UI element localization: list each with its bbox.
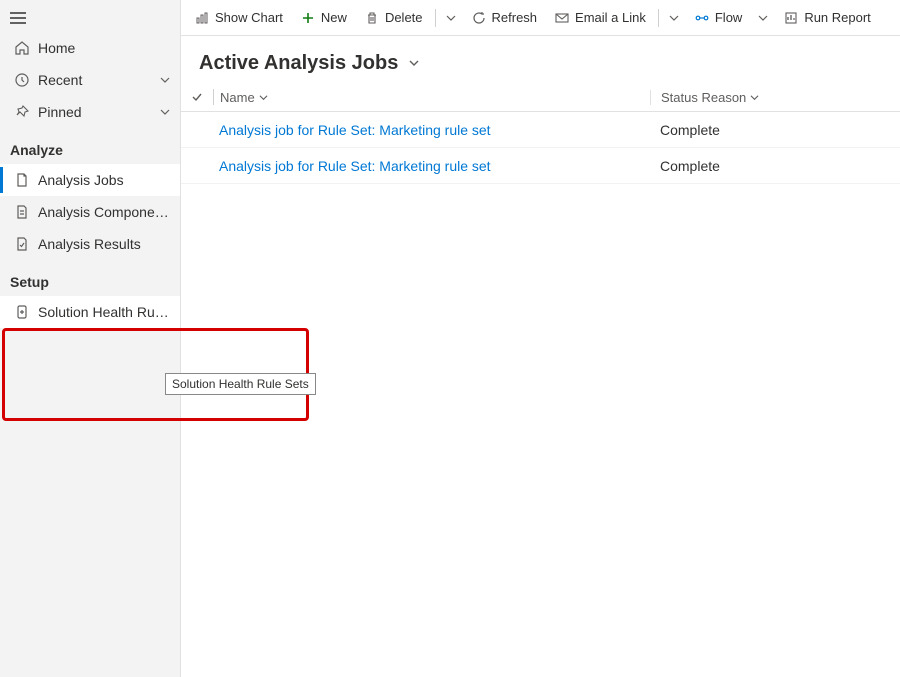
column-label: Status Reason [661, 90, 746, 105]
section-title-analyze: Analyze [0, 128, 180, 164]
chevron-down-icon [669, 13, 679, 23]
plus-icon [301, 11, 315, 25]
sidebar-item-home[interactable]: Home [0, 32, 180, 64]
chevron-down-icon [446, 13, 456, 23]
refresh-icon [472, 11, 486, 25]
cmd-label: Flow [715, 10, 742, 25]
main-area: Show Chart New Delete Refresh [181, 0, 900, 677]
sidebar-item-label: Pinned [38, 104, 160, 120]
sidebar-item-label: Solution Health Rule ... [38, 304, 170, 320]
sidebar-item-label: Analysis Components [38, 204, 170, 220]
chevron-down-icon [160, 104, 170, 120]
column-header-status[interactable]: Status Reason [650, 90, 890, 105]
select-all-check[interactable] [187, 91, 207, 103]
mail-icon [555, 11, 569, 25]
sidebar-item-recent[interactable]: Recent [0, 64, 180, 96]
cmd-label: Delete [385, 10, 423, 25]
table-header: Name Status Reason [181, 83, 900, 112]
table-row[interactable]: Analysis job for Rule Set: Marketing rul… [181, 148, 900, 184]
hamburger-button[interactable] [0, 2, 180, 32]
sidebar-item-label: Home [38, 40, 170, 56]
cell-name: Analysis job for Rule Set: Marketing rul… [207, 158, 650, 174]
hamburger-icon [10, 12, 26, 24]
sidebar-item-analysis-results[interactable]: Analysis Results [0, 228, 180, 260]
cell-status: Complete [650, 122, 890, 138]
delete-dropdown[interactable] [440, 10, 462, 26]
sidebar-item-solution-health-rule-sets[interactable]: Solution Health Rule ... [0, 296, 180, 328]
document-icon [10, 172, 34, 188]
table-row[interactable]: Analysis job for Rule Set: Marketing rul… [181, 112, 900, 148]
components-icon [10, 204, 34, 220]
delete-button[interactable]: Delete [357, 3, 431, 33]
sidebar-item-label: Analysis Results [38, 236, 170, 252]
tooltip: Solution Health Rule Sets [165, 373, 316, 395]
health-icon [10, 304, 34, 320]
cmd-label: Email a Link [575, 10, 646, 25]
chevron-down-icon [750, 93, 759, 102]
new-button[interactable]: New [293, 3, 355, 33]
section-title-setup: Setup [0, 260, 180, 296]
command-bar: Show Chart New Delete Refresh [181, 0, 900, 36]
sidebar-item-pinned[interactable]: Pinned [0, 96, 180, 128]
separator [435, 9, 436, 27]
cmd-label: Run Report [804, 10, 870, 25]
chart-icon [195, 11, 209, 25]
record-link[interactable]: Analysis job for Rule Set: Marketing rul… [219, 158, 491, 174]
chevron-down-icon [259, 93, 268, 102]
separator [213, 89, 214, 105]
column-header-name[interactable]: Name [220, 90, 650, 105]
trash-icon [365, 11, 379, 25]
chevron-down-icon [160, 72, 170, 88]
view-title: Active Analysis Jobs [199, 52, 398, 75]
sidebar-item-analysis-components[interactable]: Analysis Components [0, 196, 180, 228]
refresh-button[interactable]: Refresh [464, 3, 546, 33]
results-icon [10, 236, 34, 252]
home-icon [10, 40, 34, 56]
show-chart-button[interactable]: Show Chart [187, 3, 291, 33]
sidebar-item-label: Analysis Jobs [38, 172, 170, 188]
chevron-down-icon [408, 56, 420, 72]
cell-name: Analysis job for Rule Set: Marketing rul… [207, 122, 650, 138]
run-report-button[interactable]: Run Report [776, 3, 878, 33]
flow-dropdown[interactable] [752, 10, 774, 26]
column-label: Name [220, 90, 255, 105]
cmd-label: Refresh [492, 10, 538, 25]
sidebar-item-analysis-jobs[interactable]: Analysis Jobs [0, 164, 180, 196]
pin-icon [10, 104, 34, 120]
record-link[interactable]: Analysis job for Rule Set: Marketing rul… [219, 122, 491, 138]
check-icon [191, 91, 203, 103]
email-link-button[interactable]: Email a Link [547, 3, 654, 33]
cmd-label: New [321, 10, 347, 25]
cell-status: Complete [650, 158, 890, 174]
view-header[interactable]: Active Analysis Jobs [181, 36, 900, 83]
sidebar: Home Recent Pinned Analyze Analysis Jobs… [0, 0, 181, 677]
email-link-dropdown[interactable] [663, 10, 685, 26]
report-icon [784, 11, 798, 25]
sidebar-item-label: Recent [38, 72, 160, 88]
cmd-label: Show Chart [215, 10, 283, 25]
clock-icon [10, 72, 34, 88]
chevron-down-icon [758, 13, 768, 23]
separator [658, 9, 659, 27]
flow-icon [695, 11, 709, 25]
flow-button[interactable]: Flow [687, 3, 750, 33]
